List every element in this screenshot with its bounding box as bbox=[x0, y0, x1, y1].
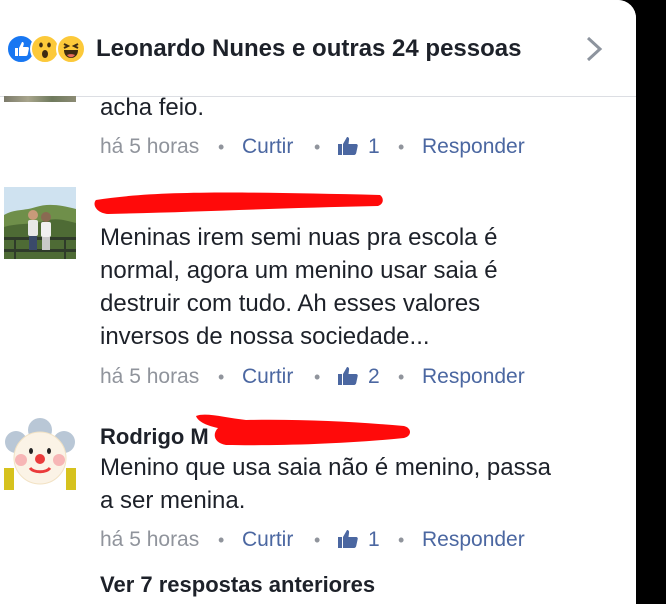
avatar[interactable] bbox=[4, 96, 76, 102]
comment-text: inversos de nossa sociedade... bbox=[100, 323, 430, 350]
comment-text: destruir com tudo. Ah esses valores bbox=[100, 290, 481, 317]
comment-text: a ser menina. bbox=[100, 487, 246, 514]
avatar[interactable] bbox=[4, 418, 76, 490]
reply-button[interactable]: Responder bbox=[422, 525, 525, 555]
avatar[interactable] bbox=[4, 187, 76, 259]
separator: • bbox=[398, 367, 405, 387]
chevron-right-icon[interactable] bbox=[582, 34, 608, 64]
separator: • bbox=[218, 137, 225, 157]
like-button[interactable]: Curtir bbox=[242, 525, 293, 555]
reactions-header[interactable]: Leonardo Nunes e outras 24 pessoas bbox=[0, 0, 636, 97]
view-previous-replies-link[interactable]: Ver 7 respostas anteriores bbox=[100, 572, 375, 598]
like-button[interactable]: Curtir bbox=[242, 362, 293, 392]
thumbs-up-icon bbox=[338, 137, 358, 155]
clown-avatar bbox=[4, 418, 76, 490]
avatar-photo bbox=[4, 187, 76, 259]
like-button[interactable]: Curtir bbox=[242, 132, 293, 162]
comment-text: normal, agora um menino usar saia é bbox=[100, 257, 498, 284]
comment-text: acha feio. bbox=[100, 94, 205, 121]
separator: • bbox=[314, 367, 321, 387]
comment-timestamp: há 5 horas bbox=[100, 135, 200, 158]
comments-panel: Leonardo Nunes e outras 24 pessoas acha … bbox=[0, 0, 636, 604]
reactions-summary[interactable]: Leonardo Nunes e outras 24 pessoas bbox=[96, 34, 521, 64]
like-count[interactable]: 2 bbox=[368, 362, 380, 392]
thumbs-up-icon bbox=[338, 367, 358, 385]
separator: • bbox=[314, 137, 321, 157]
separator: • bbox=[218, 367, 225, 387]
like-count[interactable]: 1 bbox=[368, 525, 380, 555]
separator: • bbox=[314, 530, 321, 550]
comment-timestamp: há 5 horas bbox=[100, 528, 200, 551]
thumbs-up-icon bbox=[338, 530, 358, 548]
separator: • bbox=[398, 137, 405, 157]
comment-text: Menino que usa saia não é menino, passa bbox=[100, 454, 551, 481]
redaction-mark bbox=[94, 192, 383, 214]
reply-button[interactable]: Responder bbox=[422, 362, 525, 392]
haha-icon bbox=[56, 34, 86, 64]
comment-text: Meninas irem semi nuas pra escola é bbox=[100, 224, 498, 251]
comment-timestamp: há 5 horas bbox=[100, 365, 200, 388]
reaction-icons bbox=[6, 34, 90, 64]
separator: • bbox=[218, 530, 225, 550]
like-count[interactable]: 1 bbox=[368, 132, 380, 162]
reply-button[interactable]: Responder bbox=[422, 132, 525, 162]
separator: • bbox=[398, 530, 405, 550]
redaction-mark bbox=[196, 414, 410, 446]
